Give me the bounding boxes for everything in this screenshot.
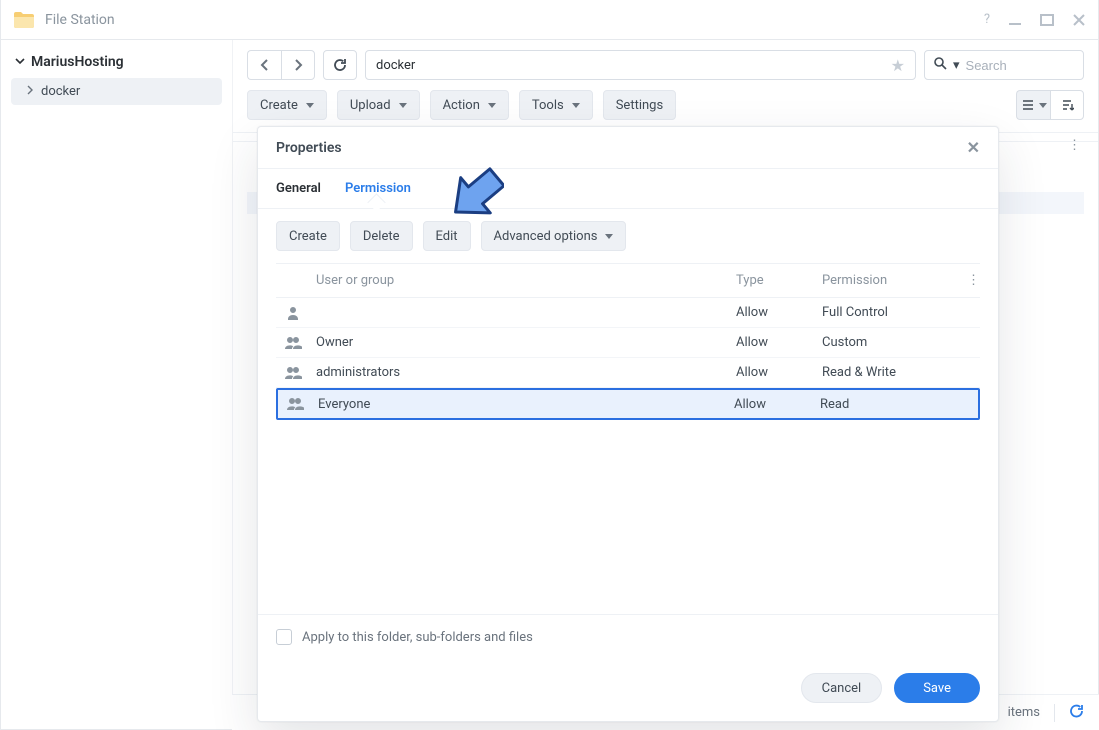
cancel-button[interactable]: Cancel: [801, 673, 883, 703]
path-input[interactable]: docker ★: [365, 50, 916, 80]
search-input[interactable]: [966, 58, 1075, 73]
chevron-down-icon: [15, 54, 25, 70]
caret-down-icon: [572, 103, 580, 108]
search-box[interactable]: ▾: [924, 50, 1084, 80]
list-more-icon[interactable]: ⋮: [1068, 138, 1081, 153]
perm-delete-button[interactable]: Delete: [350, 221, 413, 251]
refresh-button[interactable]: [323, 50, 357, 80]
help-icon[interactable]: ?: [984, 12, 990, 27]
table-row[interactable]: OwnerAllowCustom: [276, 328, 980, 358]
favorite-star-icon[interactable]: ★: [891, 56, 905, 75]
perm-edit-button[interactable]: Edit: [423, 221, 471, 251]
group-icon: [276, 336, 310, 350]
minimize-icon[interactable]: [1008, 13, 1022, 27]
nav-forward-button[interactable]: [281, 50, 315, 80]
perm-advanced-button[interactable]: Advanced options: [481, 221, 627, 251]
chevron-right-icon: [25, 84, 35, 99]
tab-general[interactable]: General: [276, 181, 321, 208]
maximize-icon[interactable]: [1040, 13, 1054, 27]
dialog-tabs: General Permission: [258, 169, 998, 209]
tools-button[interactable]: Tools: [519, 90, 593, 120]
cell-type: Allow: [734, 397, 820, 412]
caret-down-icon: [605, 234, 613, 239]
app-folder-icon: [13, 11, 35, 29]
cell-user: Owner: [310, 335, 736, 350]
apply-label: Apply to this folder, sub-folders and fi…: [302, 630, 533, 645]
table-more-icon[interactable]: ⋮: [962, 273, 980, 288]
caret-down-icon: [1039, 103, 1047, 108]
cell-user: administrators: [310, 365, 736, 380]
sidebar-item-docker[interactable]: docker: [11, 78, 222, 105]
sort-button[interactable]: [1050, 90, 1084, 120]
nav-back-button[interactable]: [247, 50, 281, 80]
cell-permission: Full Control: [822, 305, 962, 320]
tab-permission[interactable]: Permission: [345, 181, 411, 208]
cell-user: Everyone: [312, 397, 734, 412]
caret-down-icon: [399, 103, 407, 108]
cell-permission: Read: [820, 397, 960, 412]
create-button[interactable]: Create: [247, 90, 327, 120]
properties-dialog: Properties ✕ General Permission Create D…: [257, 126, 999, 722]
group-icon: [276, 366, 310, 380]
col-permission[interactable]: Permission: [822, 273, 962, 288]
table-header: User or group Type Permission ⋮: [276, 264, 980, 298]
caret-down-icon: [488, 103, 496, 108]
table-row[interactable]: AllowFull Control: [276, 298, 980, 328]
sidebar: MariusHosting docker: [1, 40, 233, 729]
dialog-title: Properties: [276, 140, 342, 156]
close-icon[interactable]: [1072, 13, 1086, 27]
action-button[interactable]: Action: [430, 90, 509, 120]
user-icon: [276, 306, 310, 320]
cell-type: Allow: [736, 335, 822, 350]
col-type[interactable]: Type: [736, 273, 822, 288]
cell-type: Allow: [736, 365, 822, 380]
cell-type: Allow: [736, 305, 822, 320]
window-titlebar: File Station ?: [1, 0, 1098, 40]
perm-create-button[interactable]: Create: [276, 221, 340, 251]
window-title: File Station: [45, 12, 984, 28]
table-row[interactable]: EveryoneAllowRead: [276, 388, 980, 420]
permission-toolbar: Create Delete Edit Advanced options: [258, 209, 998, 263]
status-refresh-icon[interactable]: [1069, 703, 1085, 723]
group-icon: [278, 397, 312, 411]
save-button[interactable]: Save: [894, 673, 980, 703]
upload-button[interactable]: Upload: [337, 90, 420, 120]
cell-permission: Read & Write: [822, 365, 962, 380]
settings-button[interactable]: Settings: [603, 90, 676, 120]
apply-checkbox[interactable]: [276, 629, 292, 645]
view-list-button[interactable]: [1016, 90, 1050, 120]
search-icon: [933, 56, 947, 74]
cell-permission: Custom: [822, 335, 962, 350]
sidebar-item-label: docker: [41, 84, 80, 99]
divider: [1054, 704, 1055, 722]
toolbar-navigation: docker ★ ▾: [233, 40, 1098, 90]
caret-down-icon: [306, 103, 314, 108]
tree-root[interactable]: MariusHosting: [11, 50, 222, 78]
path-value: docker: [376, 58, 415, 73]
tree-root-label: MariusHosting: [31, 54, 124, 70]
item-count: items: [1008, 705, 1040, 720]
dialog-close-button[interactable]: ✕: [967, 138, 980, 157]
permission-table: User or group Type Permission ⋮ AllowFul…: [276, 263, 980, 420]
table-row[interactable]: administratorsAllowRead & Write: [276, 358, 980, 388]
col-user[interactable]: User or group: [310, 273, 736, 288]
